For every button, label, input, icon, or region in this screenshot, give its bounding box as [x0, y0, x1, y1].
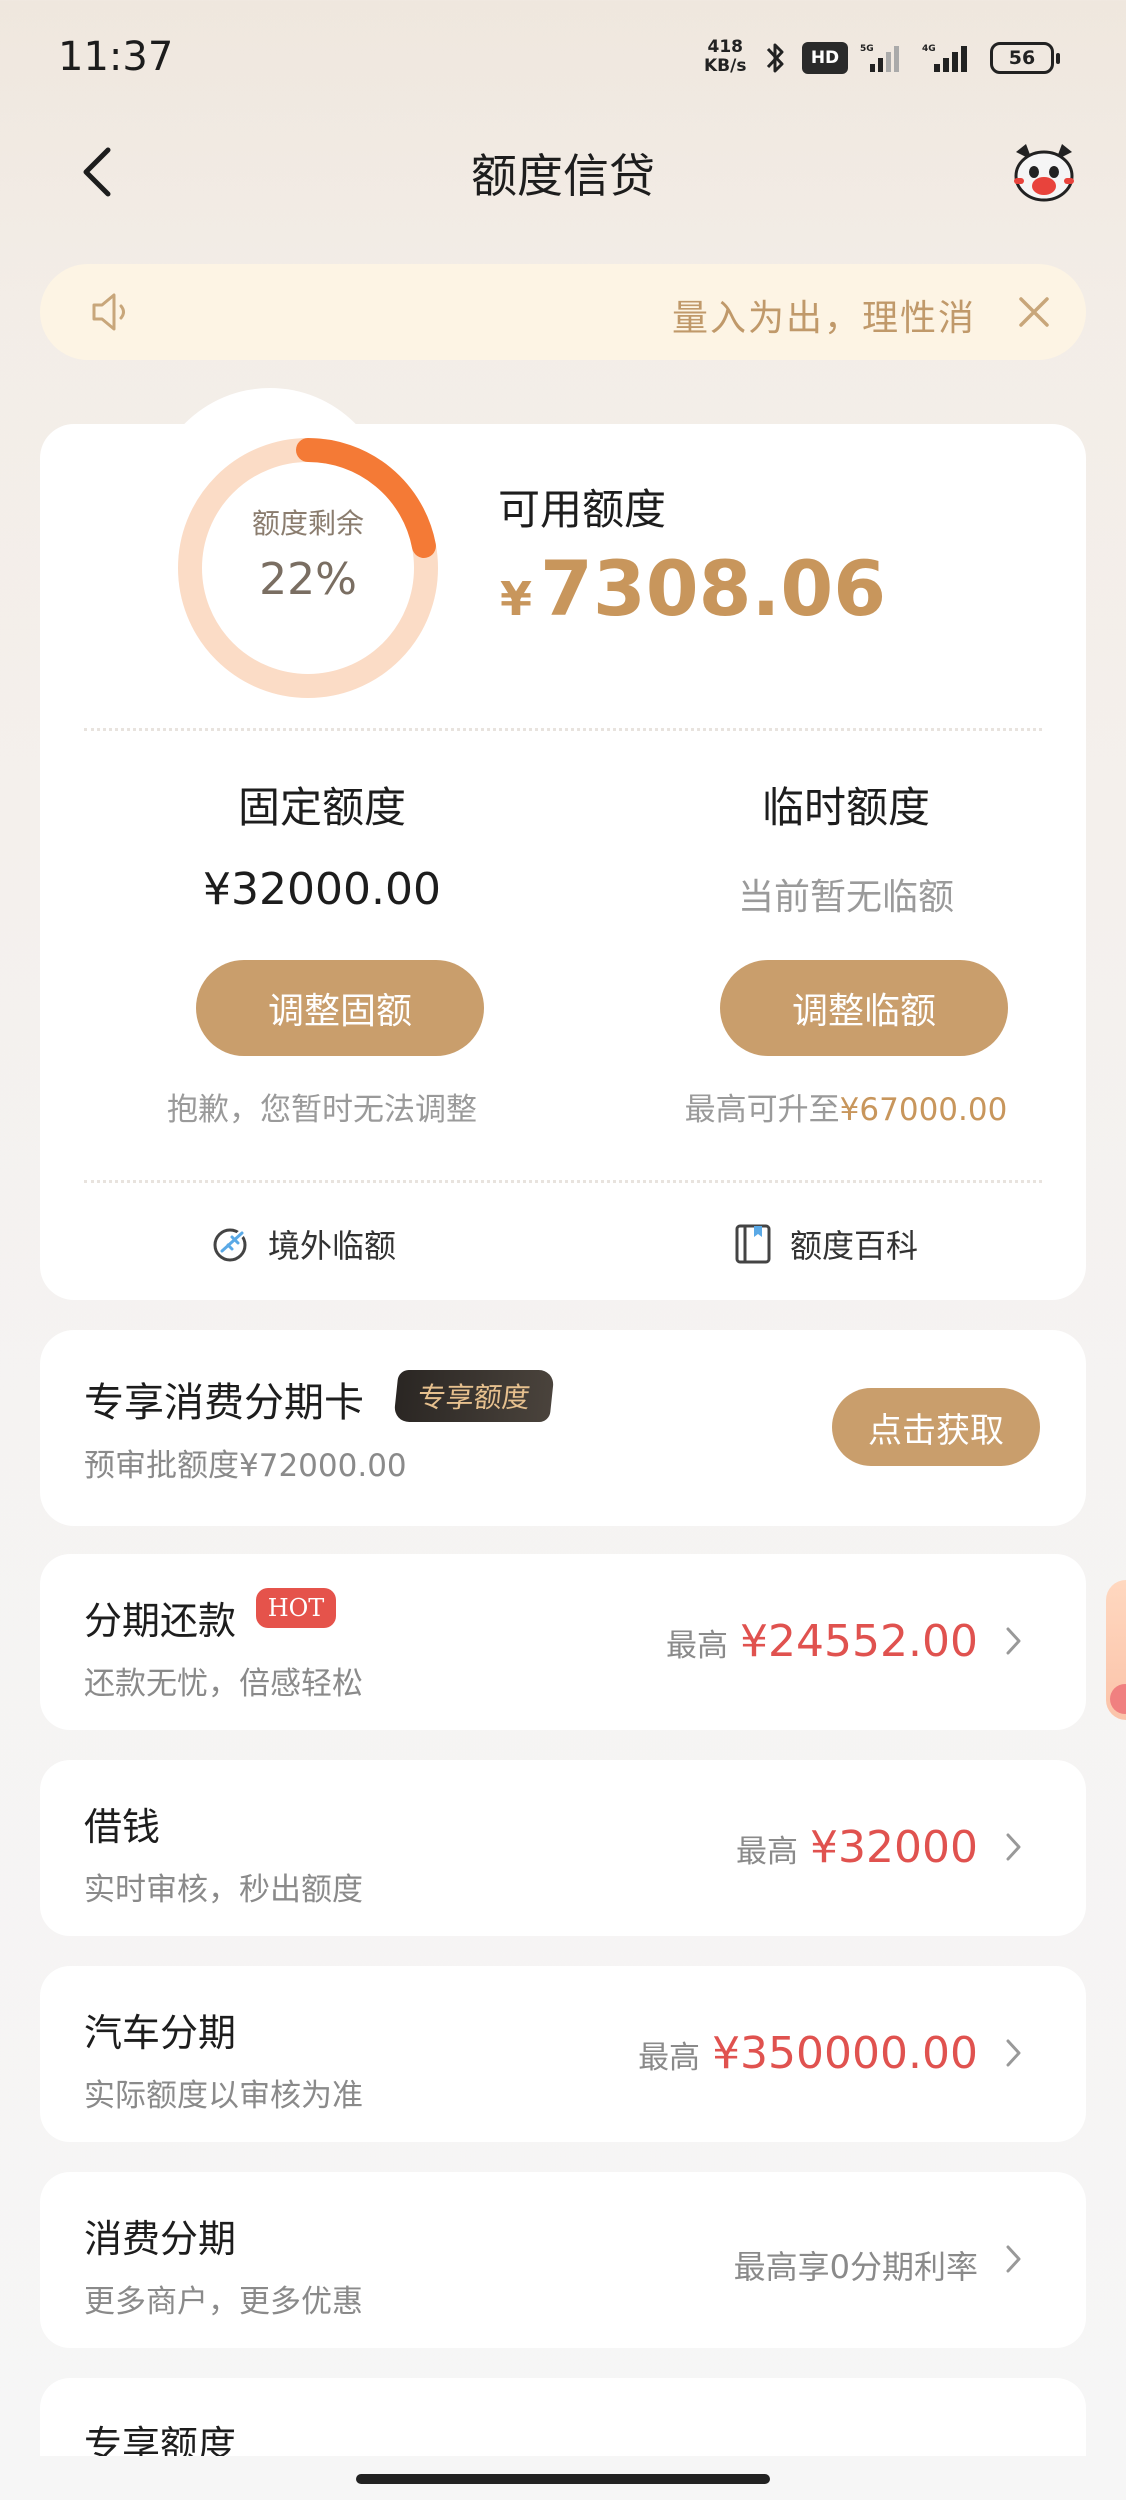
- divider: [84, 1180, 1042, 1183]
- temporary-quota-value: 当前暂无临额: [737, 877, 954, 918]
- quota-wiki-link[interactable]: 额度百科: [732, 1214, 918, 1274]
- fixed-quota-note: 抱歉，您暂时无法调整: [167, 1092, 477, 1128]
- page-title: 额度信贷: [471, 149, 655, 203]
- bluetooth-icon: [766, 43, 784, 73]
- get-card-button[interactable]: 点击获取: [832, 1388, 1040, 1466]
- svg-text:4G: 4G: [922, 44, 936, 54]
- quota-wiki-label: 额度百科: [790, 1227, 919, 1265]
- promo-subtitle: 预审批额度¥72000.00: [84, 1448, 407, 1484]
- max-prefix: 最高: [736, 1834, 799, 1870]
- battery-level: 56: [1008, 47, 1036, 69]
- book-icon: [735, 1224, 771, 1264]
- hd-voice-icon: HD: [802, 42, 848, 74]
- available-quota-amount: ¥7308.06: [500, 544, 886, 633]
- overseas-quota-link[interactable]: 境外临额: [210, 1214, 396, 1274]
- status-bar: 11:37 418 KB/s HD 5G 4G 56: [0, 0, 1126, 112]
- currency-symbol: ¥: [500, 572, 533, 626]
- svg-text:5G: 5G: [860, 44, 874, 54]
- close-icon[interactable]: [1016, 294, 1052, 330]
- promo-title: 专享消费分期卡: [84, 1380, 364, 1426]
- plane-globe-icon: [213, 1228, 247, 1262]
- fixed-quota-value: ¥32000.00: [203, 864, 441, 915]
- adjust-temporary-quota-button[interactable]: 调整临额: [720, 960, 1008, 1056]
- list-item-title: 分期还款: [84, 1599, 237, 1643]
- quota-card: 额度剩余 22% 可用额度 ¥7308.06 固定额度 ¥32000.00 调整…: [40, 388, 1086, 1300]
- list-item-title: 消费分期: [84, 2217, 237, 2261]
- ring-percent: 22%: [259, 554, 357, 605]
- list-item-title: 借钱: [84, 1805, 161, 1849]
- list-item-consumer-installment[interactable]: 消费分期 更多商户，更多优惠 最高享0分期利率: [40, 2172, 1086, 2348]
- max-amount: ¥350000.00: [712, 2028, 978, 2079]
- battery-icon: 56: [990, 42, 1060, 74]
- nav-bar: 额度信贷: [0, 112, 1126, 232]
- status-time: 11:37: [58, 34, 174, 80]
- list-item-title: 汽车分期: [84, 2011, 237, 2055]
- signal-4g-icon: 4G: [922, 44, 967, 72]
- chevron-right-icon: [1006, 1833, 1021, 1861]
- list-item-subtitle: 还款无忧，倍感轻松: [84, 1666, 363, 1702]
- network-speed: 418 KB/s: [704, 38, 746, 76]
- available-amount-value: 7308.06: [540, 544, 887, 633]
- hot-badge: HOT: [256, 1588, 336, 1628]
- temporary-note-amount: ¥67000.00: [839, 1092, 1008, 1128]
- temporary-note-prefix: 最高可升至: [684, 1092, 840, 1128]
- signal-5g-icon: 5G: [860, 44, 899, 72]
- list-item-subtitle: 更多商户，更多优惠: [84, 2284, 363, 2320]
- list-item-max: 最高 ¥350000.00: [638, 2028, 978, 2079]
- max-amount: ¥32000: [810, 1822, 978, 1873]
- list-item-max: 最高 ¥24552.00: [666, 1616, 978, 1667]
- list-item-subtitle: 实时审核，秒出额度: [84, 1872, 363, 1908]
- ring-label: 额度剩余: [251, 507, 364, 540]
- max-amount: ¥24552.00: [740, 1616, 978, 1667]
- network-speed-unit: KB/s: [704, 56, 747, 76]
- chevron-right-icon: [1006, 2245, 1021, 2273]
- max-prefix: 最高: [638, 2040, 701, 2076]
- network-speed-value: 418: [707, 37, 743, 57]
- speaker-icon: [92, 293, 125, 331]
- notice-text: 量入为出，理性消: [671, 298, 976, 339]
- list-item-installment-repay[interactable]: 分期还款 HOT 还款无忧，倍感轻松 最高 ¥24552.00: [40, 1554, 1086, 1730]
- list-item-subtitle: 实际额度以审核为准: [84, 2078, 363, 2114]
- overseas-quota-label: 境外临额: [268, 1227, 397, 1265]
- available-quota-label: 可用额度: [498, 485, 667, 534]
- home-indicator[interactable]: [356, 2474, 770, 2484]
- divider: [84, 728, 1042, 731]
- fixed-quota-title: 固定额度: [237, 783, 406, 832]
- list-item-max: 最高享0分期利率: [734, 2242, 978, 2288]
- exclusive-installment-card[interactable]: 专享消费分期卡 专享额度 预审批额度¥72000.00 点击获取: [40, 1330, 1086, 1526]
- zero-rate-text: 最高享0分期利率: [733, 2248, 978, 2286]
- notice-banner[interactable]: 量入为出，理性消: [40, 264, 1086, 360]
- adjust-fixed-quota-button[interactable]: 调整固额: [196, 960, 484, 1056]
- list-item-max: 最高 ¥32000: [736, 1822, 978, 1873]
- exclusive-quota-badge: 专享额度: [393, 1370, 555, 1422]
- mascot-icon[interactable]: [1010, 142, 1078, 204]
- list-item-car-installment[interactable]: 汽车分期 实际额度以审核为准 最高 ¥350000.00: [40, 1966, 1086, 2142]
- temporary-quota-note: 最高可升至¥67000.00: [636, 1084, 1056, 1129]
- floating-promo-tab[interactable]: [1106, 1580, 1126, 1720]
- chevron-right-icon: [1006, 1627, 1021, 1655]
- list-item-borrow[interactable]: 借钱 实时审核，秒出额度 最高 ¥32000: [40, 1760, 1086, 1936]
- temporary-quota-title: 临时额度: [761, 783, 930, 832]
- max-prefix: 最高: [666, 1628, 729, 1664]
- hd-label: HD: [810, 48, 840, 68]
- chevron-right-icon: [1006, 2039, 1021, 2067]
